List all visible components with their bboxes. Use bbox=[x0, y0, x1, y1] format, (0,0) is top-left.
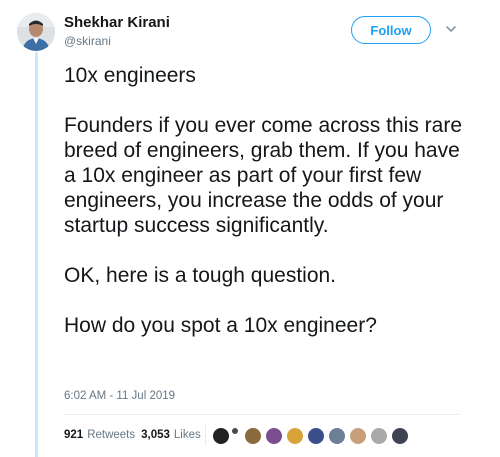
retweets-label: Retweets bbox=[87, 429, 136, 441]
liker-avatar[interactable] bbox=[307, 427, 325, 445]
liker-avatar[interactable] bbox=[328, 427, 346, 445]
liker-avatar[interactable] bbox=[265, 427, 283, 445]
liker-avatar[interactable] bbox=[212, 427, 230, 445]
tweet-paragraph: OK, here is a tough question. bbox=[64, 264, 337, 287]
retweets-count: 921 bbox=[64, 429, 84, 441]
likes-label: Likes bbox=[173, 429, 201, 441]
likes-count: 3,053 bbox=[141, 429, 170, 441]
author-display-name[interactable]: Shekhar Kirani bbox=[64, 14, 170, 31]
avatar-image bbox=[17, 13, 55, 51]
tweet-card: Shekhar Kirani @skirani Follow 10x engin… bbox=[0, 0, 500, 457]
avatar[interactable] bbox=[17, 13, 55, 51]
divider bbox=[64, 414, 460, 415]
tweet-text: 10x engineers Founders if you ever come … bbox=[64, 63, 474, 338]
author-handle[interactable]: @skirani bbox=[64, 34, 111, 48]
liker-avatar[interactable] bbox=[244, 427, 262, 445]
thread-line bbox=[35, 52, 38, 457]
stats-separator bbox=[205, 424, 206, 446]
liker-avatar[interactable] bbox=[349, 427, 367, 445]
liker-avatar[interactable] bbox=[286, 427, 304, 445]
likes-stat[interactable]: 3,053 Likes bbox=[141, 429, 201, 441]
retweets-stat[interactable]: 921 Retweets bbox=[64, 429, 135, 441]
tweet-paragraph: 10x engineers bbox=[64, 64, 196, 87]
tweet-timestamp[interactable]: 6:02 AM - 11 Jul 2019 bbox=[64, 390, 175, 402]
liker-avatar[interactable] bbox=[370, 427, 388, 445]
liker-avatars bbox=[212, 425, 412, 447]
chevron-down-icon[interactable] bbox=[444, 22, 458, 36]
follow-button[interactable]: Follow bbox=[351, 16, 431, 44]
tweet-paragraph: How do you spot a 10x engineer? bbox=[64, 314, 377, 337]
tweet-stats: 921 Retweets 3,053 Likes bbox=[64, 429, 207, 441]
tweet-paragraph: Founders if you ever come across this ra… bbox=[64, 114, 462, 237]
liker-avatar[interactable] bbox=[391, 427, 409, 445]
liker-avatar[interactable] bbox=[231, 427, 239, 435]
